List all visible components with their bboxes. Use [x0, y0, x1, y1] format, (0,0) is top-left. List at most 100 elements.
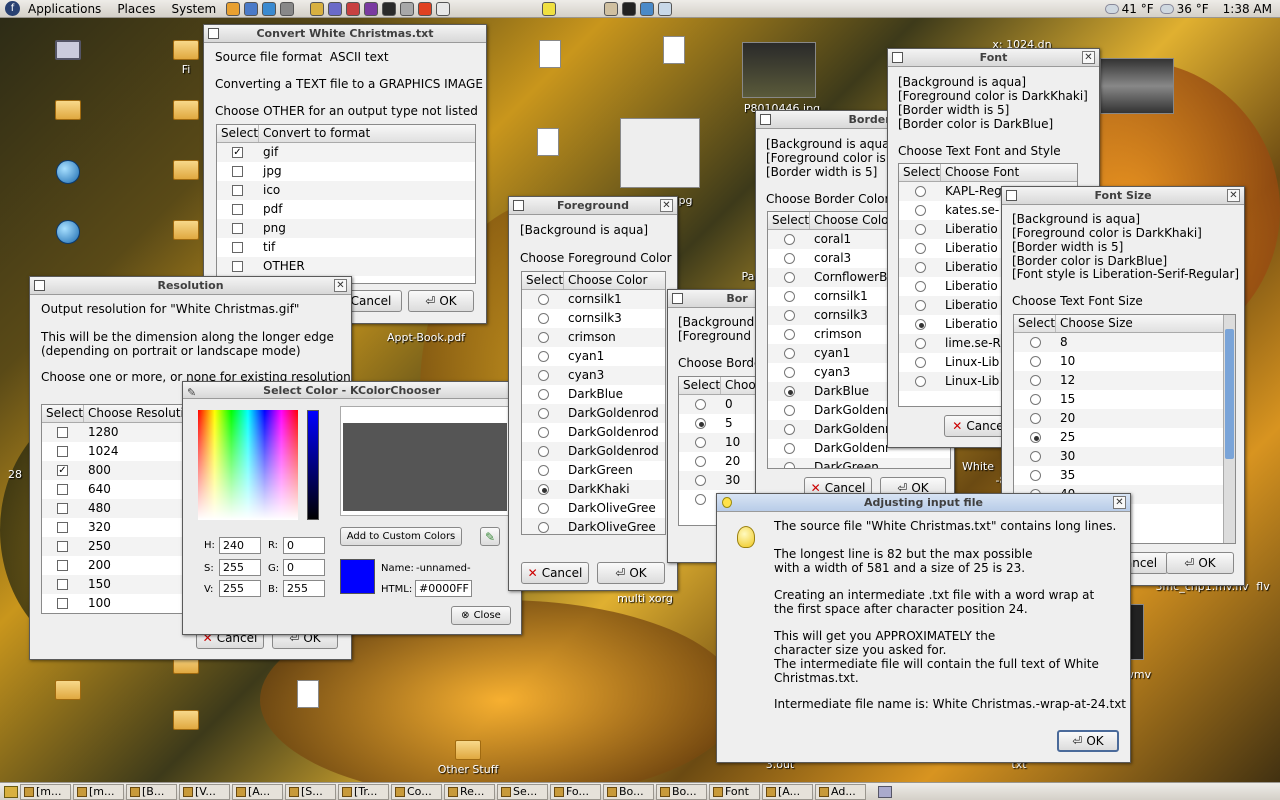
select-cell[interactable]: [899, 353, 941, 372]
desktop-folder-icon[interactable]: [164, 220, 208, 243]
launcher-icon[interactable]: [418, 1, 433, 16]
select-cell[interactable]: [522, 499, 564, 518]
select-cell[interactable]: [768, 401, 810, 420]
weather-icon[interactable]: [1104, 3, 1119, 14]
list-item[interactable]: 12: [1014, 371, 1235, 390]
radio-button[interactable]: [1030, 394, 1041, 405]
html-field[interactable]: #0000FF: [415, 580, 472, 597]
radio-button[interactable]: [538, 522, 549, 533]
launcher-icon[interactable]: [262, 1, 277, 16]
col-format[interactable]: Convert to format: [259, 125, 475, 142]
radio-button[interactable]: [784, 310, 795, 321]
select-cell[interactable]: [679, 490, 721, 509]
list-item[interactable]: crimson: [522, 328, 665, 347]
desktop-thumbnail[interactable]: [1100, 58, 1174, 114]
radio-button[interactable]: [784, 367, 795, 378]
select-cell[interactable]: [522, 309, 564, 328]
checkbox[interactable]: [232, 185, 243, 196]
adjusting-titlebar[interactable]: Adjusting input file ✕: [717, 494, 1130, 512]
select-cell[interactable]: [217, 162, 259, 181]
list-item[interactable]: ico: [217, 181, 475, 200]
list-item[interactable]: DarkOliveGree: [522, 499, 665, 518]
launcher-icon[interactable]: [364, 1, 379, 16]
select-cell[interactable]: [42, 499, 84, 518]
list-item[interactable]: 15: [1014, 390, 1235, 409]
select-cell[interactable]: [42, 556, 84, 575]
radio-button[interactable]: [784, 462, 795, 468]
list-item[interactable]: 5: [679, 414, 766, 433]
radio-button[interactable]: [538, 389, 549, 400]
select-cell[interactable]: [522, 442, 564, 461]
network-icon[interactable]: [640, 1, 655, 16]
radio-button[interactable]: [695, 437, 706, 448]
select-cell[interactable]: [768, 287, 810, 306]
list-item[interactable]: 20: [1014, 409, 1235, 428]
checkbox[interactable]: [57, 560, 68, 571]
bitcoin-icon[interactable]: [622, 1, 637, 16]
select-cell[interactable]: [768, 439, 810, 458]
list-item[interactable]: cyan3: [522, 366, 665, 385]
list-item[interactable]: 10: [1014, 352, 1235, 371]
list-item[interactable]: 10: [679, 433, 766, 452]
select-cell[interactable]: [1014, 428, 1056, 447]
col-select[interactable]: Select: [217, 125, 259, 142]
select-cell[interactable]: [899, 334, 941, 353]
update-icon[interactable]: [658, 1, 673, 16]
col-select[interactable]: Select: [768, 212, 810, 229]
desktop-thumbnail[interactable]: [620, 118, 700, 188]
clock[interactable]: 1:38 AM: [1223, 2, 1272, 16]
desktop-item-28[interactable]: 28: [0, 468, 30, 481]
radio-button[interactable]: [1030, 337, 1041, 348]
checkbox[interactable]: ✓: [232, 147, 243, 158]
col-select[interactable]: Select: [679, 377, 721, 394]
radio-button[interactable]: [695, 494, 706, 505]
list-item[interactable]: DarkGoldenrod: [522, 442, 665, 461]
radio-button[interactable]: [784, 253, 795, 264]
select-cell[interactable]: [1014, 333, 1056, 352]
launcher-icon[interactable]: [244, 1, 259, 16]
desktop-folder-icon[interactable]: [46, 100, 90, 123]
checkbox[interactable]: [57, 446, 68, 457]
convert-format-list[interactable]: Select Convert to format ✓ gif jpg ico pdf png…: [216, 124, 476, 284]
checkbox[interactable]: ✓: [57, 465, 68, 476]
list-item[interactable]: tif: [217, 238, 475, 257]
checkbox[interactable]: [57, 541, 68, 552]
launcher-icon[interactable]: [310, 1, 325, 16]
col-size[interactable]: Choose Size: [1056, 315, 1235, 332]
col-select[interactable]: Select: [42, 405, 84, 422]
taskbar-button[interactable]: Bo...: [603, 783, 654, 800]
taskbar-button[interactable]: [A...: [762, 783, 813, 800]
col-select[interactable]: Select: [899, 164, 941, 181]
select-cell[interactable]: [522, 347, 564, 366]
checkbox[interactable]: [57, 522, 68, 533]
select-cell[interactable]: [1014, 390, 1056, 409]
close-icon[interactable]: ✕: [1227, 189, 1240, 202]
radio-button[interactable]: [538, 446, 549, 457]
radio-button[interactable]: [784, 405, 795, 416]
radio-button[interactable]: [538, 408, 549, 419]
radio-button[interactable]: [784, 329, 795, 340]
launcher-icon[interactable]: [400, 1, 415, 16]
list-item[interactable]: 1024: [42, 442, 200, 461]
radio-button[interactable]: [695, 399, 706, 410]
value-slider[interactable]: [307, 410, 319, 520]
foreground-titlebar[interactable]: Foreground ✕: [509, 197, 677, 215]
taskbar-button[interactable]: Co...: [391, 783, 442, 800]
list-item[interactable]: 35: [1014, 466, 1235, 485]
select-cell[interactable]: [679, 395, 721, 414]
hand-icon[interactable]: [604, 1, 619, 16]
launcher-icon[interactable]: [436, 1, 451, 16]
col-select[interactable]: Select: [1014, 315, 1056, 332]
tray-icon[interactable]: [878, 785, 892, 798]
radio-button[interactable]: [915, 186, 926, 197]
fg-color-list[interactable]: Select Choose Color cornsilk1 cornsilk3 cri…: [521, 271, 666, 535]
v-spinbox[interactable]: 255: [219, 580, 261, 597]
list-item[interactable]: cornsilk1: [522, 290, 665, 309]
taskbar-button[interactable]: [S...: [285, 783, 336, 800]
radio-button[interactable]: [915, 224, 926, 235]
checkbox[interactable]: [57, 598, 68, 609]
close-icon[interactable]: ✕: [1113, 496, 1126, 509]
desktop-document-icon[interactable]: [526, 128, 570, 159]
desktop-folder-icon[interactable]: [46, 680, 90, 703]
list-item[interactable]: 25: [1014, 428, 1235, 447]
